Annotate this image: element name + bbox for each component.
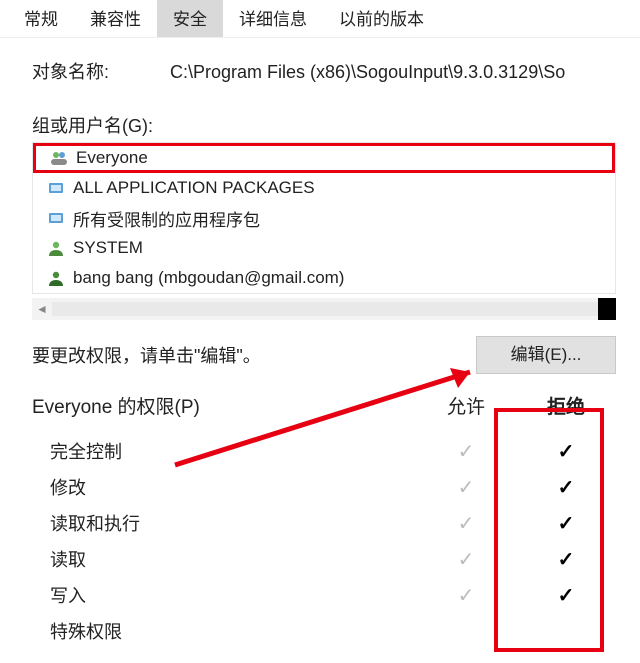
- list-item[interactable]: 所有受限制的应用程序包: [33, 203, 615, 233]
- perm-row: 写入 ✓ ✓: [32, 577, 616, 613]
- package-icon: [45, 180, 67, 196]
- tab-security[interactable]: 安全: [157, 0, 223, 37]
- tab-details[interactable]: 详细信息: [223, 0, 323, 37]
- package-icon: [45, 210, 67, 226]
- perm-row: 特殊权限: [32, 613, 616, 649]
- deny-cell[interactable]: ✓: [516, 511, 616, 536]
- edit-hint: 要更改权限，请单击"编辑"。: [32, 342, 476, 368]
- col-allow: 允许: [416, 392, 516, 419]
- deny-cell[interactable]: ✓: [516, 439, 616, 464]
- permissions-label: Everyone 的权限(P): [32, 392, 200, 419]
- scroll-track[interactable]: [52, 302, 598, 316]
- users-icon: [48, 150, 70, 166]
- tab-compat[interactable]: 兼容性: [74, 0, 157, 37]
- groups-label: 组或用户名(G):: [32, 112, 616, 138]
- perm-name: 特殊权限: [32, 618, 352, 644]
- list-item[interactable]: Everyone: [33, 143, 615, 173]
- perm-name: 写入: [32, 582, 352, 608]
- perm-row: 读取 ✓ ✓: [32, 541, 616, 577]
- object-name-label: 对象名称:: [32, 58, 170, 84]
- list-item-label: Everyone: [76, 148, 148, 168]
- perm-name: 完全控制: [32, 438, 352, 464]
- tab-previous[interactable]: 以前的版本: [323, 0, 440, 37]
- list-hscrollbar[interactable]: ◄: [32, 298, 616, 320]
- perm-row: 读取和执行 ✓ ✓: [32, 505, 616, 541]
- properties-security-panel: 常规 兼容性 安全 详细信息 以前的版本 对象名称: C:\Program Fi…: [0, 0, 640, 663]
- perm-name: 读取: [32, 546, 352, 572]
- perm-row: 修改 ✓ ✓: [32, 469, 616, 505]
- col-deny: 拒绝: [516, 392, 616, 419]
- permissions-table: 完全控制 ✓ ✓ 修改 ✓ ✓ 读取和执行 ✓ ✓ 读取 ✓ ✓ 写入 ✓: [32, 433, 616, 649]
- allow-cell[interactable]: ✓: [416, 583, 516, 608]
- allow-cell[interactable]: ✓: [416, 439, 516, 464]
- tab-general[interactable]: 常规: [8, 0, 74, 37]
- edit-button[interactable]: 编辑(E)...: [476, 336, 616, 374]
- list-item-label: SYSTEM: [73, 238, 143, 258]
- object-name-value: C:\Program Files (x86)\SogouInput\9.3.0.…: [170, 62, 616, 83]
- permissions-header: Everyone 的权限(P) 允许 拒绝: [32, 392, 616, 419]
- user-icon: [45, 240, 67, 256]
- perm-row: 完全控制 ✓ ✓: [32, 433, 616, 469]
- allow-cell[interactable]: ✓: [416, 511, 516, 536]
- list-item-label: 所有受限制的应用程序包: [73, 206, 260, 231]
- list-item-label: ALL APPLICATION PACKAGES: [73, 178, 315, 198]
- group-user-list[interactable]: Everyone ALL APPLICATION PACKAGES 所有受限制的…: [32, 142, 616, 294]
- object-name-row: 对象名称: C:\Program Files (x86)\SogouInput\…: [32, 58, 616, 84]
- tabstrip: 常规 兼容性 安全 详细信息 以前的版本: [0, 0, 640, 38]
- list-item-label: bang bang (mbgoudan@gmail.com): [73, 268, 344, 288]
- allow-cell[interactable]: ✓: [416, 547, 516, 572]
- allow-cell[interactable]: ✓: [416, 475, 516, 500]
- scroll-end-block: [598, 298, 616, 320]
- deny-cell[interactable]: ✓: [516, 547, 616, 572]
- scroll-left-icon[interactable]: ◄: [32, 302, 52, 316]
- deny-cell[interactable]: ✓: [516, 583, 616, 608]
- list-item[interactable]: SYSTEM: [33, 233, 615, 263]
- perm-name: 修改: [32, 474, 352, 500]
- list-item[interactable]: ALL APPLICATION PACKAGES: [33, 173, 615, 203]
- user-icon: [45, 270, 67, 286]
- list-item[interactable]: bang bang (mbgoudan@gmail.com): [33, 263, 615, 293]
- deny-cell[interactable]: ✓: [516, 475, 616, 500]
- perm-name: 读取和执行: [32, 510, 352, 536]
